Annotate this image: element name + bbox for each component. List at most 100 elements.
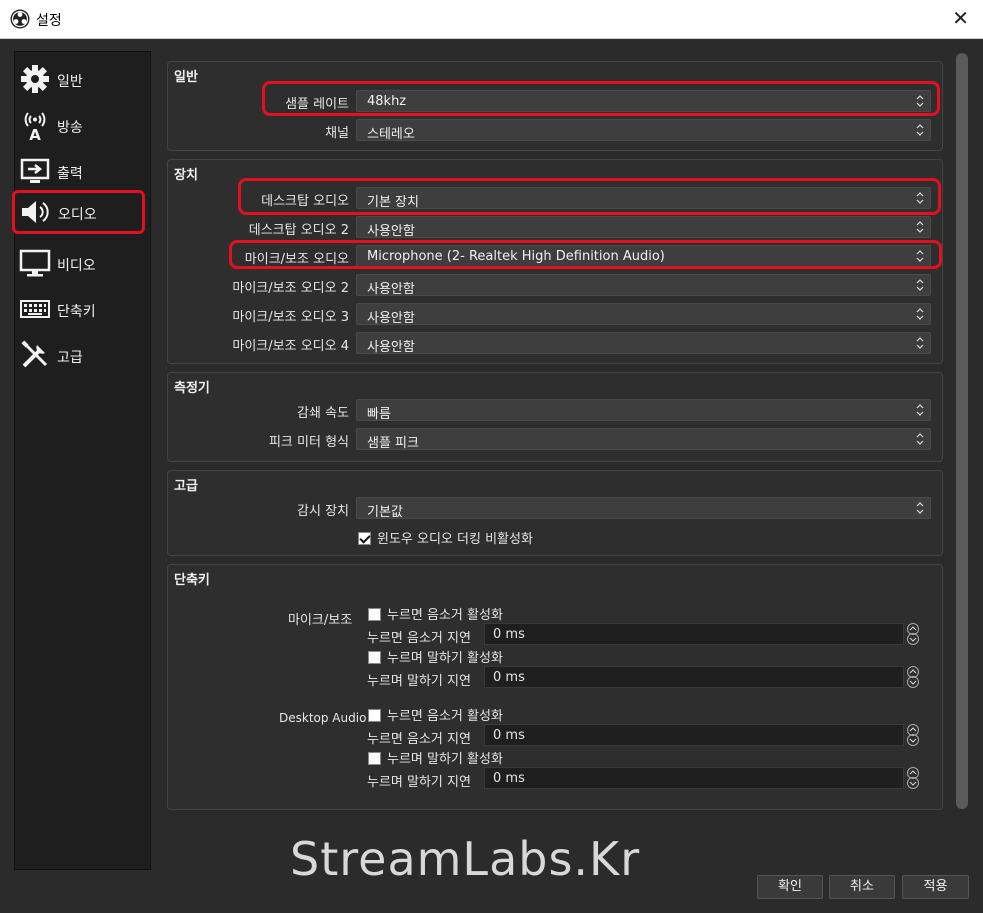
scrollbar-thumb[interactable] [956,53,968,809]
mic-aux-4-select[interactable]: 사용안함 [356,332,931,355]
meters-group: 측정기 감쇄 속도 빠름 피크 미터 형식 샘플 피크 [167,372,943,462]
push-talk-row: 누르며 말하기 활성화 [368,748,503,767]
updown-arrow-icon [916,337,924,349]
sidebar-item-video[interactable]: 비디오 [15,242,150,282]
select-value: 사용안함 [367,311,415,326]
desktop-audio-select[interactable]: 기본 장치 [356,187,931,210]
push-talk-checkbox[interactable] [368,651,381,664]
updown-arrow-icon [916,279,924,291]
push-mute-delay-stepper[interactable] [906,724,920,746]
ducking-checkbox[interactable] [358,532,371,545]
sample-rate-row: 샘플 레이트 48khz [168,90,944,112]
sidebar-item-label: 단축키 [57,304,96,320]
settings-sidebar: 일반 A 방송 출력 오디오 비디오 단축키 고급 [12,51,151,870]
channel-row: 채널 스테레오 [168,119,944,142]
select-value: 48khz [367,94,407,109]
push-mute-label: 누르면 음소거 활성화 [387,709,503,724]
cancel-button[interactable]: 취소 [829,875,895,899]
push-talk-delay-input[interactable]: 0 ms [484,666,904,688]
device-label: 마이크/보조 오디오 4 [232,339,349,354]
ok-button[interactable]: 확인 [757,875,823,899]
group-title: 측정기 [174,381,210,396]
push-talk-delay-label: 누르며 말하기 지연 [367,775,471,790]
push-talk-delay-label: 누르며 말하기 지연 [367,674,471,689]
svg-text:A: A [29,126,41,141]
sidebar-item-advanced[interactable]: 고급 [15,334,150,374]
monitor-device-select[interactable]: 기본값 [356,497,931,520]
mic-aux-3-select[interactable]: 사용안함 [356,303,931,326]
ducking-label: 윈도우 오디오 더킹 비활성화 [377,532,533,547]
decay-rate-select[interactable]: 빠름 [356,399,931,422]
updown-arrow-icon [916,221,924,233]
select-value: Microphone (2- Realtek High Definition A… [367,249,665,264]
peak-row: 피크 미터 형식 샘플 피크 [168,428,944,451]
push-talk-delay-stepper[interactable] [906,767,920,789]
select-value: 사용안함 [367,340,415,355]
push-mute-delay-input[interactable]: 0 ms [484,623,904,645]
close-icon[interactable]: ✕ [952,6,969,30]
stepper-arrows-icon [907,666,919,688]
device-row: 데스크탑 오디오 기본 장치 [168,187,944,210]
content-scrollbar[interactable] [956,53,968,809]
updown-arrow-icon [916,192,924,204]
sidebar-item-general[interactable]: 일반 [15,58,150,98]
device-label: 마이크/보조 오디오 3 [232,310,349,325]
decay-row: 감쇄 속도 빠름 [168,399,944,422]
updown-arrow-icon [916,502,924,514]
apply-button[interactable]: 적용 [902,875,969,899]
stepper-arrows-icon [907,623,919,645]
desktop-audio-2-select[interactable]: 사용안함 [356,216,931,239]
sample-rate-label: 샘플 레이트 [285,97,349,112]
sidebar-item-hotkeys[interactable]: 단축키 [15,288,150,328]
push-mute-delay-label: 누르면 음소거 지연 [367,732,471,747]
push-talk-delay-stepper[interactable] [906,666,920,688]
sample-rate-select[interactable]: 48khz [356,90,931,112]
updown-arrow-icon [916,308,924,320]
peak-meter-select[interactable]: 샘플 피크 [356,428,931,451]
device-label: 데스크탑 오디오 2 [248,223,349,238]
push-mute-delay-input[interactable]: 0 ms [484,724,904,746]
spin-value: 0 ms [493,771,525,786]
sidebar-item-output[interactable]: 출력 [15,150,150,190]
mic-aux-select[interactable]: Microphone (2- Realtek High Definition A… [356,245,931,267]
select-value: 스테레오 [367,127,415,142]
monitor-row: 감시 장치 기본값 [168,497,944,520]
mic-aux-2-select[interactable]: 사용안함 [356,274,931,297]
updown-arrow-icon [916,124,924,136]
device-label: 데스크탑 오디오 [261,194,349,209]
tools-icon [21,340,48,368]
stepper-arrows-icon [907,724,919,746]
push-talk-row: 누르며 말하기 활성화 [368,647,503,666]
sidebar-item-label: 비디오 [57,258,96,274]
monitor-icon [19,249,51,277]
push-talk-checkbox[interactable] [368,752,381,765]
channel-select[interactable]: 스테레오 [356,119,931,142]
select-value: 사용안함 [367,224,415,239]
push-mute-row: 누르면 음소거 활성화 [368,604,503,623]
push-mute-checkbox[interactable] [368,608,381,621]
select-value: 사용안함 [367,282,415,297]
decay-label: 감쇄 속도 [297,406,349,421]
push-mute-checkbox[interactable] [368,709,381,722]
obs-logo-icon [10,9,30,29]
sidebar-item-stream[interactable]: A 방송 [15,104,150,144]
spin-value: 0 ms [493,670,525,685]
general-group: 일반 샘플 레이트 48khz 채널 스테레오 [167,61,943,151]
output-icon [20,158,50,183]
device-row: 데스크탑 오디오 2 사용안함 [168,216,944,239]
sidebar-item-audio[interactable]: 오디오 [12,190,145,234]
group-title: 단축키 [174,573,210,588]
watermark-text: StreamLabs.Kr [290,832,641,886]
title-bar: 설정 ✕ [0,0,983,39]
push-talk-delay-input[interactable]: 0 ms [484,767,904,789]
device-row: 마이크/보조 오디오 4 사용안함 [168,332,944,355]
sidebar-item-label: 고급 [57,350,83,366]
monitor-label: 감시 장치 [297,504,349,519]
updown-arrow-icon [916,433,924,445]
hotkey-source-label: 마이크/보조 [288,613,353,628]
group-title: 장치 [174,168,198,183]
group-title: 일반 [174,70,198,85]
sidebar-item-label: 오디오 [58,207,97,223]
push-mute-delay-stepper[interactable] [906,623,920,645]
updown-arrow-icon [916,250,924,262]
